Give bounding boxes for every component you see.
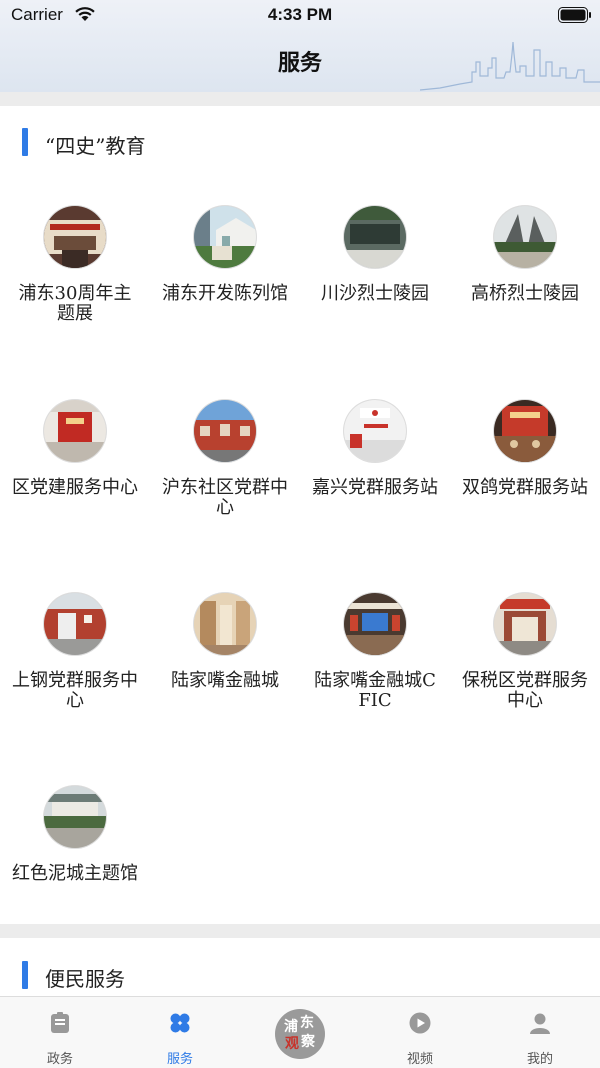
venue-photo bbox=[44, 786, 106, 848]
item-label: 沪东社区党群中心 bbox=[162, 477, 288, 518]
tab-label: 政务 bbox=[46, 1052, 73, 1067]
tab-pudong-observer[interactable]: 浦 东 观 察 bbox=[240, 997, 360, 1068]
venue-photo bbox=[494, 400, 556, 462]
tab-government[interactable]: 政务 bbox=[0, 997, 120, 1068]
logo-char: 东 bbox=[300, 1015, 314, 1031]
venue-photo bbox=[194, 400, 256, 462]
grid-item-jiaxing-party-station[interactable]: 嘉兴党群服务站 bbox=[300, 400, 450, 498]
divider bbox=[0, 924, 600, 938]
user-icon bbox=[530, 1013, 550, 1034]
item-label: 嘉兴党群服务站 bbox=[312, 477, 438, 498]
section-accent-bar bbox=[22, 961, 28, 989]
grid-item-shanggang-party-center[interactable]: 上钢党群服务中心 bbox=[0, 593, 150, 711]
section-accent-bar bbox=[22, 128, 28, 156]
venue-photo bbox=[44, 206, 106, 268]
section-title: 便民服务 bbox=[45, 967, 125, 991]
item-label: 红色泥城主题馆 bbox=[12, 863, 138, 884]
clipboard-icon bbox=[51, 1012, 69, 1033]
battery-icon bbox=[558, 7, 591, 23]
pudong-logo: 浦 东 观 察 bbox=[275, 1009, 325, 1059]
section-title: “四史”教育 bbox=[45, 134, 146, 158]
status-bar: Carrier 4:33 PM bbox=[0, 0, 600, 30]
tab-services[interactable]: 服务 bbox=[120, 997, 240, 1068]
logo-char: 察 bbox=[301, 1034, 315, 1050]
venue-photo bbox=[194, 206, 256, 268]
tab-label: 服务 bbox=[166, 1052, 193, 1067]
item-label: 双鸽党群服务站 bbox=[462, 477, 588, 498]
item-label: 浦东开发陈列馆 bbox=[162, 283, 288, 304]
play-icon bbox=[409, 1012, 431, 1034]
section-header: “四史”教育 bbox=[0, 128, 600, 158]
venue-photo bbox=[194, 593, 256, 655]
tab-label: 我的 bbox=[526, 1052, 553, 1067]
tab-video[interactable]: 视频 bbox=[360, 997, 480, 1068]
status-time: 4:33 PM bbox=[267, 5, 333, 24]
grid-item-hudong-community-party-center[interactable]: 沪东社区党群中心 bbox=[150, 400, 300, 518]
grid-item-nicheng-red-museum[interactable]: 红色泥城主题馆 bbox=[0, 786, 150, 884]
venue-photo bbox=[344, 400, 406, 462]
item-label: 保税区党群服务中心 bbox=[462, 670, 588, 711]
venue-photo bbox=[344, 206, 406, 268]
grid-item-shuangge-party-station[interactable]: 双鸽党群服务站 bbox=[450, 400, 600, 498]
item-label: 高桥烈士陵园 bbox=[471, 283, 579, 304]
item-label: 上钢党群服务中心 bbox=[12, 670, 138, 711]
grid-item-lujiazui-financial-city-cfic[interactable]: 陆家嘴金融城CFIC bbox=[300, 593, 450, 711]
skyline-decoration bbox=[420, 41, 600, 91]
top-bar: Carrier 4:33 PM 服务 bbox=[0, 0, 600, 92]
grid-item-gaoqiao-martyrs-cemetery[interactable]: 高桥烈士陵园 bbox=[450, 206, 600, 304]
venue-photo bbox=[494, 593, 556, 655]
section-card-convenience: 便民服务 bbox=[0, 938, 600, 998]
tab-mine[interactable]: 我的 bbox=[480, 997, 600, 1068]
item-label: 陆家嘴金融城CFIC bbox=[314, 670, 436, 711]
grid-item-pudong-30th-exhibition[interactable]: 浦东30周年主题展 bbox=[0, 206, 150, 324]
grid-item-lujiazui-financial-city[interactable]: 陆家嘴金融城 bbox=[150, 593, 300, 691]
tab-label: 视频 bbox=[406, 1052, 433, 1067]
venue-photo bbox=[494, 206, 556, 268]
tab-bar: 政务 服务 浦 东 观 察 视频 我的 bbox=[0, 996, 600, 1068]
item-label: 川沙烈士陵园 bbox=[321, 283, 429, 304]
section-card-sishi: “四史”教育 浦东30周年主题展 浦东开发陈列馆 川沙烈士陵园 高桥烈士陵园 区… bbox=[0, 106, 600, 924]
grid-item-free-trade-zone-party-center[interactable]: 保税区党群服务中心 bbox=[450, 593, 600, 711]
item-label: 浦东30周年主题展 bbox=[18, 283, 132, 324]
grid-item-district-party-service-center[interactable]: 区党建服务中心 bbox=[0, 400, 150, 498]
venue-photo bbox=[44, 400, 106, 462]
clover-icon bbox=[170, 1013, 190, 1033]
grid-item-pudong-development-museum[interactable]: 浦东开发陈列馆 bbox=[150, 206, 300, 304]
venue-photo bbox=[344, 593, 406, 655]
venue-photo bbox=[44, 593, 106, 655]
item-label: 陆家嘴金融城 bbox=[171, 670, 279, 691]
logo-char: 观 bbox=[285, 1036, 299, 1052]
section-header: 便民服务 bbox=[0, 961, 600, 991]
divider bbox=[0, 92, 600, 106]
grid-item-chuansha-martyrs-cemetery[interactable]: 川沙烈士陵园 bbox=[300, 206, 450, 304]
item-label: 区党建服务中心 bbox=[12, 477, 138, 498]
